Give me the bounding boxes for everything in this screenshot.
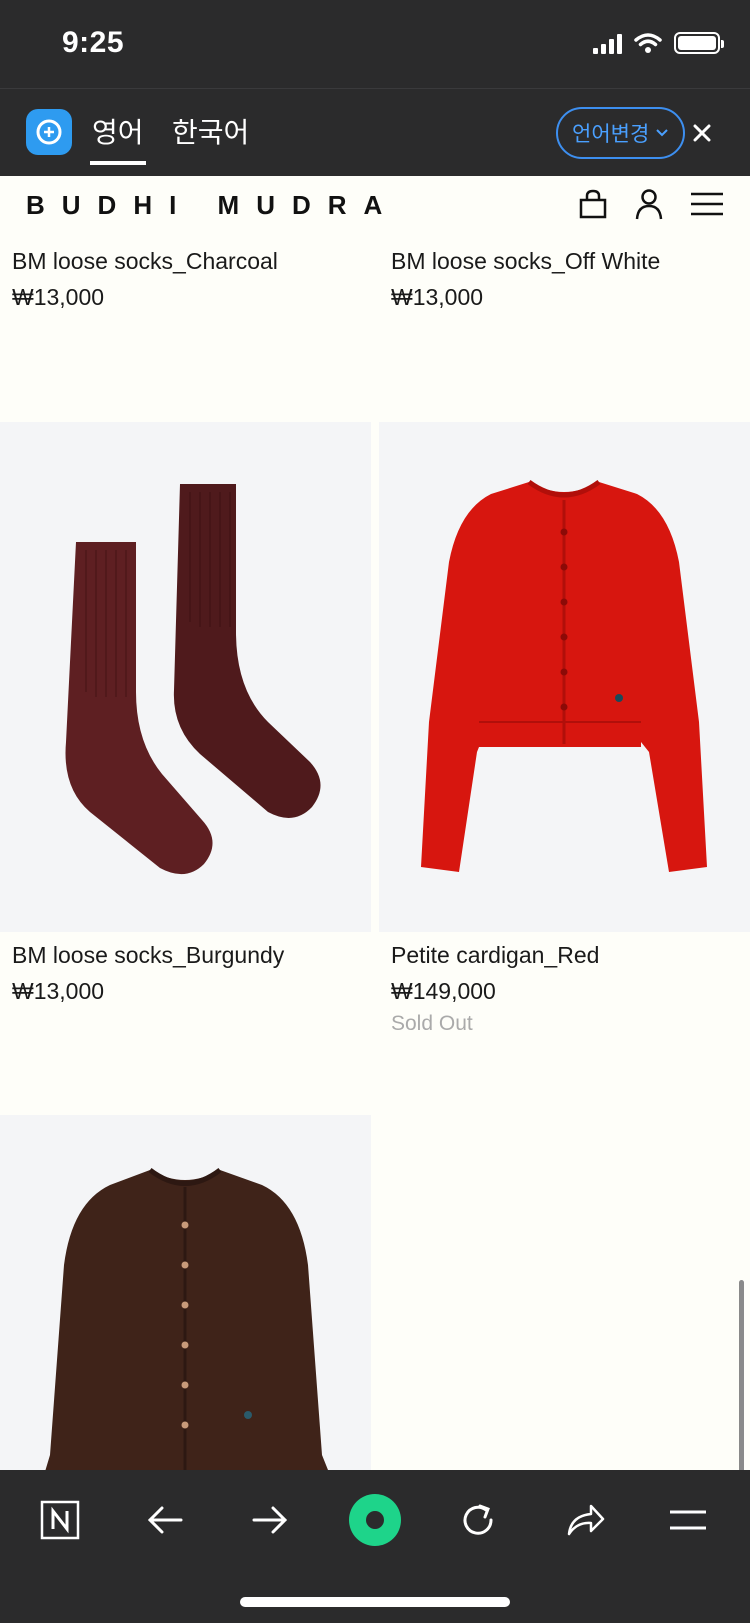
- product-name[interactable]: BM loose socks_Off White: [391, 248, 660, 275]
- tab-english[interactable]: 영어: [90, 111, 146, 165]
- status-bar: 9:25: [0, 0, 750, 88]
- sold-out-badge: Sold Out: [391, 1012, 473, 1035]
- site-header: BUDHI MUDRA: [0, 176, 750, 240]
- wifi-icon: [634, 33, 662, 53]
- battery-icon: [674, 32, 724, 54]
- green-dot-icon[interactable]: [345, 1490, 405, 1550]
- n-icon[interactable]: [30, 1490, 90, 1550]
- change-language-label: 언어변경: [572, 123, 650, 146]
- product-name[interactable]: BM loose socks_Charcoal: [12, 248, 278, 275]
- product-name[interactable]: Petite cardigan_Red: [391, 942, 599, 969]
- product-image[interactable]: [0, 1115, 371, 1470]
- tab-korean[interactable]: 한국어: [172, 111, 249, 151]
- hamburger-icon[interactable]: [658, 1490, 718, 1550]
- bag-icon[interactable]: [578, 188, 608, 220]
- back-arrow-icon[interactable]: [135, 1490, 195, 1550]
- product-image[interactable]: [0, 422, 371, 932]
- status-time: 9:25: [62, 26, 125, 59]
- change-language-button[interactable]: 언어변경: [556, 107, 686, 159]
- close-icon[interactable]: [684, 115, 720, 151]
- forward-arrow-icon[interactable]: [240, 1490, 300, 1550]
- product-image[interactable]: [379, 422, 750, 932]
- share-icon[interactable]: [555, 1490, 615, 1550]
- scroll-indicator[interactable]: [739, 1280, 744, 1470]
- product-name[interactable]: BM loose socks_Burgundy: [12, 942, 284, 969]
- product-price: ₩13,000: [12, 284, 105, 310]
- menu-icon[interactable]: [690, 191, 724, 217]
- translate-logo-icon[interactable]: [26, 109, 72, 155]
- chevron-down-icon: [656, 129, 668, 137]
- status-icons: [593, 32, 724, 54]
- product-price: ₩13,000: [391, 284, 484, 310]
- home-indicator: [240, 1597, 510, 1607]
- translate-bar: 영어 한국어 언어변경: [0, 88, 750, 176]
- refresh-icon[interactable]: [448, 1490, 508, 1550]
- product-price: ₩13,000: [12, 978, 105, 1004]
- header-icons: [578, 188, 724, 220]
- product-grid: BM loose socks_Charcoal ₩13,000 BM loose…: [0, 240, 750, 1470]
- brand-logo[interactable]: BUDHI MUDRA: [26, 190, 399, 221]
- signal-icon: [593, 32, 622, 54]
- product-price: ₩149,000: [391, 978, 496, 1004]
- user-icon[interactable]: [634, 188, 664, 220]
- browser-toolbar: [0, 1470, 750, 1623]
